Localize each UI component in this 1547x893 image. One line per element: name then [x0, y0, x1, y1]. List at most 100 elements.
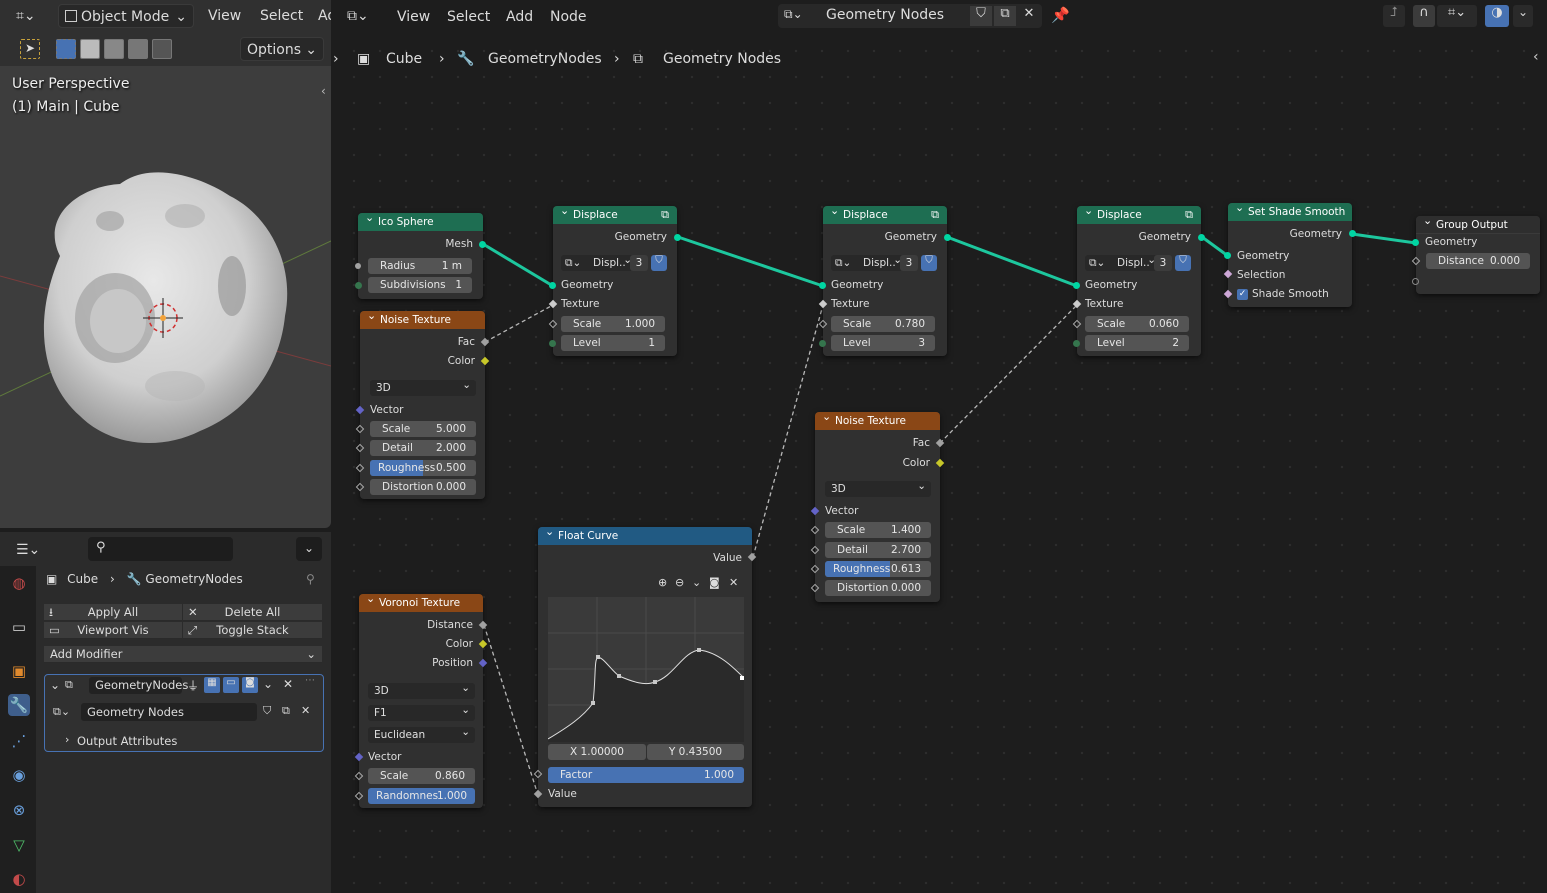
zoom-out-icon[interactable]: ⊖	[675, 576, 684, 589]
level-field[interactable]: Level 3	[831, 335, 935, 351]
shade-smooth-checkbox[interactable]: ✓	[1237, 289, 1248, 300]
position-output-label: Position	[432, 657, 473, 669]
geometry-in-socket[interactable]	[1412, 239, 1419, 246]
scale-field[interactable]: Scale 5.000	[370, 421, 476, 437]
displace-node-1[interactable]: Displace ⧉ Geometry ⧉⌄Displ.. 3 ⛉ Geomet…	[553, 202, 677, 356]
blender-window: { "viewport": { "mode": "Object Mode", "…	[0, 0, 1547, 893]
geometry-out-socket[interactable]	[944, 234, 951, 241]
geometry-out-socket[interactable]	[1198, 234, 1205, 241]
level-socket[interactable]	[819, 340, 826, 347]
node-header[interactable]: Set Shade Smooth	[1228, 199, 1352, 221]
scale-field[interactable]: Scale 0.060	[1085, 316, 1189, 332]
node-header[interactable]: Group Output	[1416, 212, 1540, 234]
scale-field[interactable]: Scale 0.860	[368, 768, 475, 784]
group-output-node[interactable]: Group Output Geometry Distance0.000	[1416, 212, 1540, 294]
level-field[interactable]: Level 1	[561, 335, 665, 351]
zoom-in-icon[interactable]: ⊕	[658, 576, 667, 589]
close-icon[interactable]: ✕	[729, 576, 738, 589]
factor-field[interactable]: Factor 1.000	[548, 767, 744, 783]
vector-input-label: Vector	[825, 505, 859, 517]
point-x-field[interactable]: X 1.00000	[548, 744, 646, 760]
vector-input-label: Vector	[368, 751, 402, 763]
node-header[interactable]: Float Curve	[538, 523, 752, 545]
node-header[interactable]: Noise Texture	[815, 408, 940, 430]
geometry-out-socket[interactable]	[1349, 230, 1356, 237]
level-socket[interactable]	[549, 340, 556, 347]
displace-node-3[interactable]: Displace ⧉ Geometry ⧉⌄Displ.. 3 ⛉ Geomet…	[1077, 202, 1201, 356]
fac-output-label: Fac	[457, 336, 475, 348]
geometry-input-label: Geometry	[1425, 236, 1478, 248]
scale-field[interactable]: Scale 1.000	[561, 316, 665, 332]
node-header[interactable]: Noise Texture	[360, 307, 485, 329]
geometry-input-label: Geometry	[831, 279, 884, 291]
metric-dropdown[interactable]: Euclidean	[368, 724, 475, 743]
geometry-output-label: Geometry	[884, 231, 937, 243]
roughness-field[interactable]: Roughness 0.500	[370, 460, 476, 476]
detail-field[interactable]: Detail 2.700	[825, 542, 931, 558]
link-ico-disp1	[482, 242, 554, 288]
curve-point	[591, 701, 595, 705]
randomness-field[interactable]: Randomnes 1.000	[368, 788, 475, 804]
scale-field[interactable]: Scale 0.780	[831, 316, 935, 332]
dimensions-dropdown[interactable]: 3D	[368, 680, 475, 699]
texture-input-label: Texture	[831, 298, 870, 310]
link-voronoi-curve	[483, 624, 539, 796]
geometry-in-socket[interactable]	[819, 282, 826, 289]
level-socket[interactable]	[1073, 340, 1080, 347]
fake-user-icon[interactable]: ⛉	[1175, 255, 1191, 271]
geometry-input-label: Geometry	[561, 279, 614, 291]
empty-socket[interactable]	[1412, 278, 1419, 285]
feature-dropdown[interactable]: F1	[368, 702, 475, 721]
voronoi-texture-node[interactable]: Voronoi Texture Distance Color Position …	[359, 590, 483, 808]
node-header[interactable]: Ico Sphere	[358, 209, 483, 231]
level-field[interactable]: Level 2	[1085, 335, 1189, 351]
texture-input-label: Texture	[561, 298, 600, 310]
geometry-in-socket[interactable]	[1073, 282, 1080, 289]
chevron-down-icon[interactable]: ⌄	[692, 576, 701, 589]
curve-point	[596, 655, 600, 659]
set-shade-smooth-node[interactable]: Set Shade Smooth Geometry Geometry Selec…	[1228, 199, 1352, 307]
distance-output-label: Distance	[427, 619, 473, 631]
texture-input-label: Texture	[1085, 298, 1124, 310]
ico-sphere-node[interactable]: Ico Sphere Mesh Radius1 m Subdivisions1	[358, 209, 483, 299]
node-header[interactable]: Displace	[823, 202, 947, 224]
fake-user-icon[interactable]: ⛉	[921, 255, 937, 271]
curve-point	[697, 648, 701, 652]
texture-selector[interactable]: ⧉⌄ Displ..	[561, 252, 637, 271]
noise-texture-node[interactable]: Noise Texture Fac Color 3D Vector Scale5…	[360, 307, 485, 499]
node-links	[482, 232, 1417, 796]
distortion-field[interactable]: Distortion 0.000	[825, 580, 931, 596]
roughness-field[interactable]: Roughness 0.613	[825, 561, 931, 577]
point-y-field[interactable]: Y 0.43500	[647, 744, 744, 760]
node-header[interactable]: Displace	[553, 202, 677, 224]
radius-field[interactable]: Radius 1 m	[368, 258, 472, 274]
texture-selector[interactable]: ⧉⌄ Displ..	[1085, 252, 1161, 271]
detail-field[interactable]: Detail 2.000	[370, 440, 476, 456]
geometry-output-label: Geometry	[1138, 231, 1191, 243]
texture-icon: ⧉⌄	[1089, 257, 1106, 269]
texture-selector[interactable]: ⧉⌄ Displ..	[831, 252, 907, 271]
scale-field[interactable]: Scale 1.400	[825, 522, 931, 538]
distance-field[interactable]: Distance 0.000	[1426, 253, 1530, 269]
float-curve-node[interactable]: Float Curve Value ⊕ ⊖ ⌄ ◙ ✕ X 1.00000 Y …	[538, 523, 752, 807]
dimensions-dropdown[interactable]: 3D	[370, 377, 476, 396]
texture-icon: ⧉⌄	[835, 257, 852, 269]
noise-texture-node-2[interactable]: Noise Texture Fac Color 3D Vector Scale1…	[815, 408, 940, 602]
dimensions-dropdown[interactable]: 3D	[825, 478, 931, 497]
clip-icon[interactable]: ◙	[709, 576, 720, 589]
geometry-in-socket[interactable]	[549, 282, 556, 289]
distortion-field[interactable]: Distortion 0.000	[370, 479, 476, 495]
fake-user-icon[interactable]: ⛉	[651, 255, 667, 271]
node-header[interactable]: Displace	[1077, 202, 1201, 224]
vector-input-label: Vector	[370, 404, 404, 416]
subdivisions-socket[interactable]	[355, 282, 362, 289]
curve-graph[interactable]	[548, 597, 744, 742]
geometry-in-socket[interactable]	[1224, 252, 1231, 259]
mesh-socket[interactable]	[479, 241, 486, 248]
geometry-out-socket[interactable]	[674, 234, 681, 241]
displace-node-2[interactable]: Displace ⧉ Geometry ⧉⌄Displ.. 3 ⛉ Geomet…	[823, 202, 947, 356]
selection-input-label: Selection	[1237, 269, 1286, 281]
subdivisions-field[interactable]: Subdivisions 1	[368, 277, 472, 293]
geometry-input-label: Geometry	[1085, 279, 1138, 291]
node-header[interactable]: Voronoi Texture	[359, 590, 483, 612]
